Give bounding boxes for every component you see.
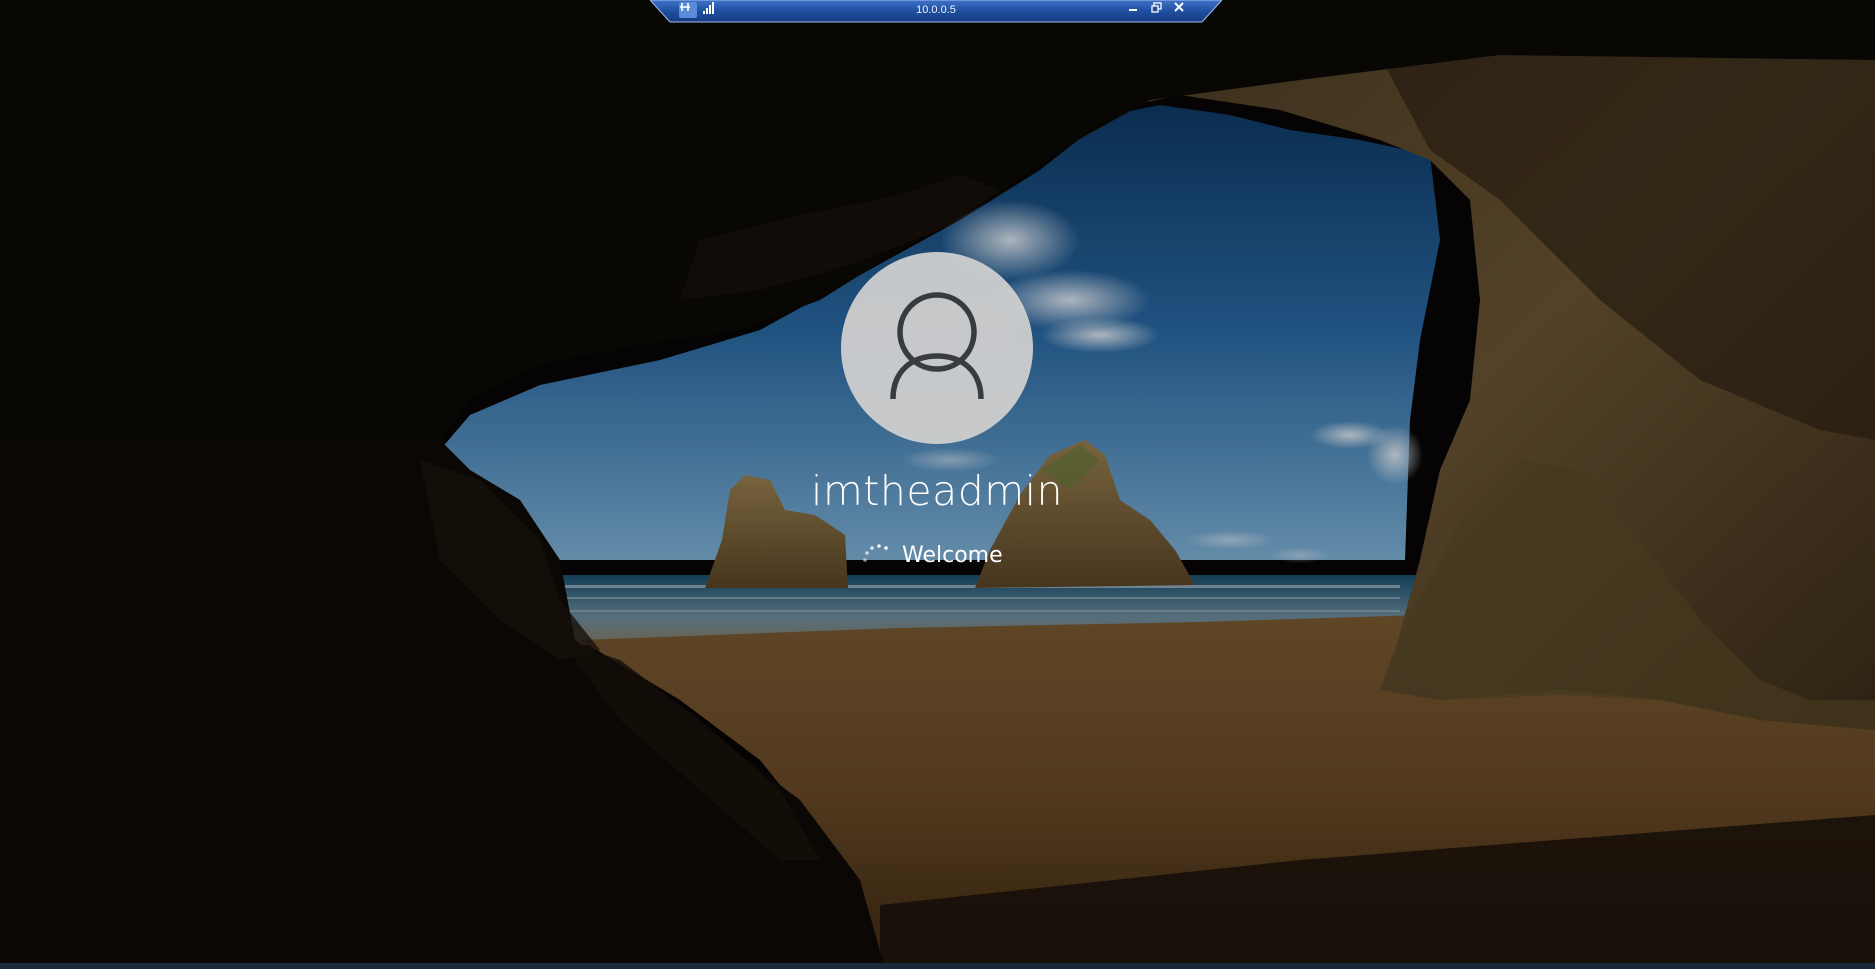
bottom-edge-strip [0, 963, 1875, 969]
minimize-icon[interactable] [1128, 2, 1146, 18]
user-avatar [841, 252, 1033, 444]
status-text: Welcome [902, 543, 1003, 568]
close-icon[interactable] [1174, 2, 1192, 18]
remote-desktop-screen: 10.0.0.5 imtheadmin Welcome [0, 0, 1875, 969]
loading-spinner-icon [863, 544, 888, 562]
username-label: imtheadmin [810, 467, 1064, 515]
user-icon [890, 292, 984, 400]
login-status: Welcome [860, 538, 1003, 574]
rdp-connection-bar: 10.0.0.5 [650, 0, 1222, 23]
restore-icon[interactable] [1151, 2, 1169, 18]
